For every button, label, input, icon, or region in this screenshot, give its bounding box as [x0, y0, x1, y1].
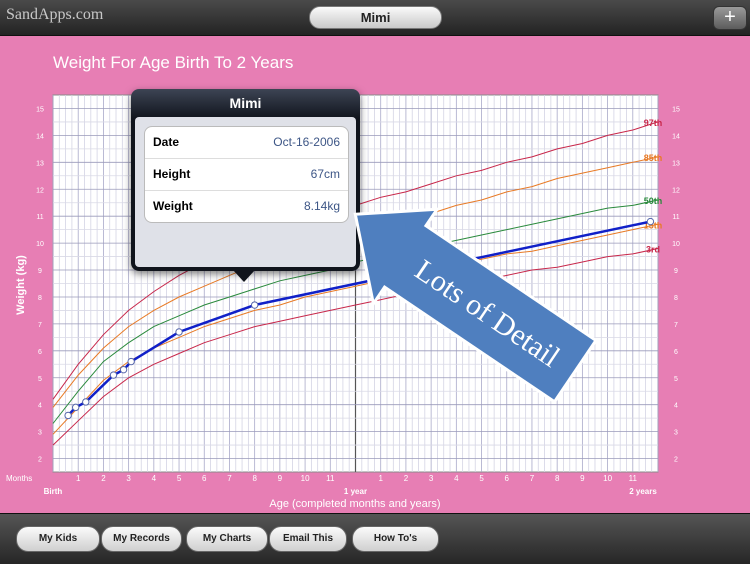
- percentile-label: 50th: [644, 196, 663, 206]
- x-tick-label: 7: [227, 474, 232, 483]
- y-tick-label-right: 10: [672, 241, 680, 248]
- y-tick-label-left: 5: [38, 376, 42, 383]
- tab-my-charts[interactable]: My Charts: [186, 526, 268, 552]
- x-tick-label: 8: [252, 474, 257, 483]
- x-tick-label: 9: [278, 474, 283, 483]
- popup-label: Weight: [153, 199, 193, 213]
- x-tick-label: 2: [404, 474, 409, 483]
- x-tick-label: 2: [101, 474, 106, 483]
- y-tick-label-left: 2: [38, 457, 42, 464]
- popup-label: Date: [153, 135, 180, 149]
- y-tick-label-right: 15: [672, 106, 680, 113]
- child-data-point: [109, 371, 118, 379]
- y-tick-label-right: 12: [672, 187, 680, 194]
- x-tick-label: 11: [326, 474, 335, 483]
- tab-my-records[interactable]: My Records: [101, 526, 182, 552]
- child-data-point: [119, 365, 128, 374]
- tab-email-this[interactable]: Email This: [269, 526, 347, 552]
- y-tick-label-left: 12: [36, 187, 44, 194]
- y-tick-label-right: 13: [672, 160, 680, 167]
- child-data-point: [82, 398, 90, 406]
- x-tick-label: 10: [301, 474, 310, 483]
- y-tick-label-left: 11: [36, 214, 43, 221]
- y-tick-label-right: 6: [674, 349, 678, 356]
- x-tick-label: 4: [152, 474, 157, 483]
- months-label: Months: [6, 474, 32, 483]
- y-axis-title: Weight (kg): [15, 255, 27, 315]
- growth-chart: 97th85th50th15th3rd 2 23 34 45 56 67 78 89 910 10…: [6, 94, 680, 510]
- popup-value: Oct-16-2006: [273, 135, 340, 149]
- popup-value: 67cm: [310, 167, 340, 181]
- x-tick-label: 9: [580, 474, 585, 483]
- y-tick-label-left: 13: [36, 160, 44, 167]
- x-tick-label: 3: [126, 474, 131, 483]
- y-tick-label-right: 9: [674, 268, 678, 275]
- y-tick-label-left: 3: [38, 430, 42, 437]
- y-tick-label-left: 8: [38, 295, 42, 302]
- popup-body: Date Oct-16-2006 Height 67cm Weight 8.14…: [135, 117, 356, 267]
- y-tick-label-left: 10: [36, 241, 44, 248]
- child-data-point: [64, 411, 72, 420]
- x-tick-label: Birth: [44, 487, 63, 496]
- x-tick-label: 11: [629, 474, 638, 483]
- bottom-tab-bar: My Kids My Records My Charts Email This …: [0, 513, 750, 564]
- x-tick-label: 7: [530, 474, 535, 483]
- y-tick-label-right: 2: [674, 457, 678, 464]
- child-data-point: [175, 328, 183, 336]
- x-tick-label: 8: [555, 474, 560, 483]
- x-tick-label: 1 year: [344, 487, 367, 496]
- y-tick-label-left: 4: [38, 403, 42, 410]
- x-tick-label: 2 years: [629, 487, 657, 496]
- y-tick-label-right: 3: [674, 430, 678, 437]
- y-tick-label-left: 15: [36, 106, 44, 113]
- detail-popup: Mimi Date Oct-16-2006 Height 67cm Weight…: [131, 89, 360, 271]
- x-tick-label: 5: [479, 474, 484, 483]
- popup-value: 8.14kg: [303, 199, 340, 213]
- percentile-label: 85th: [644, 153, 663, 163]
- y-tick-label-right: 7: [674, 322, 678, 329]
- y-tick-label-right: 11: [672, 214, 679, 221]
- popup-table: Date Oct-16-2006 Height 67cm Weight 8.14…: [144, 126, 349, 223]
- child-data-point: [71, 403, 80, 412]
- y-tick-label-right: 4: [674, 403, 678, 410]
- x-tick-label: 1: [378, 474, 383, 483]
- popup-row-weight: Weight 8.14kg: [145, 191, 348, 222]
- y-tick-label-left: 7: [38, 322, 42, 329]
- percentile-label: 97th: [644, 118, 663, 128]
- tab-my-kids[interactable]: My Kids: [16, 526, 100, 552]
- child-data-point: [250, 301, 259, 309]
- x-tick-label: 5: [177, 474, 182, 483]
- x-tick-label: 10: [603, 474, 612, 483]
- x-tick-label: 3: [429, 474, 434, 483]
- tab-how-tos[interactable]: How To's: [352, 526, 439, 552]
- popup-label: Height: [153, 167, 191, 181]
- popup-row-height: Height 67cm: [145, 159, 348, 191]
- x-tick-label: 6: [202, 474, 207, 483]
- y-tick-label-left: 9: [38, 268, 42, 275]
- y-tick-label-right: 5: [674, 376, 678, 383]
- x-tick-label: 6: [505, 474, 510, 483]
- popup-title: Mimi: [229, 95, 262, 111]
- percentile-label: 3rd: [646, 244, 660, 254]
- y-tick-label-right: 14: [672, 133, 680, 140]
- x-tick-label: 1: [76, 474, 81, 483]
- y-tick-label-left: 6: [38, 349, 42, 356]
- x-axis-title: Age (completed months and years): [269, 498, 440, 510]
- popup-row-date: Date Oct-16-2006: [145, 127, 348, 159]
- child-data-point: [127, 357, 135, 366]
- y-tick-label-right: 8: [674, 295, 678, 302]
- x-tick-label: 4: [454, 474, 459, 483]
- y-tick-label-left: 14: [36, 133, 44, 140]
- child-data-point: [646, 217, 655, 226]
- popup-pointer: [233, 270, 255, 282]
